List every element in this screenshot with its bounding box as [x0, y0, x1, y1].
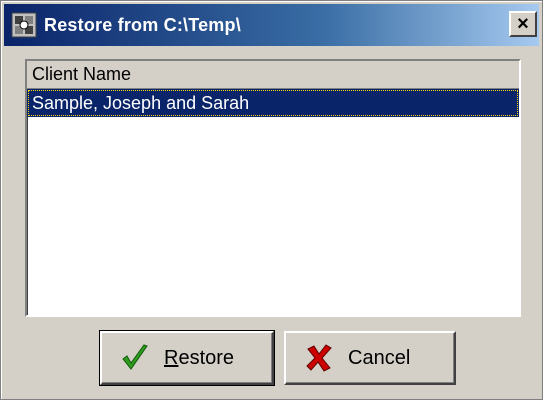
column-header-label: Client Name [32, 64, 132, 84]
restore-label: Restore [164, 347, 234, 370]
restore-label-rest: estore [178, 346, 235, 369]
close-icon: × [517, 13, 529, 35]
client-list[interactable]: Client Name Sample, Joseph and Sarah [25, 59, 521, 317]
x-icon [304, 343, 334, 373]
restore-dialog: Restore from C:\Temp\ × Client Name Samp… [0, 0, 543, 400]
restore-button[interactable]: Restore [99, 330, 275, 386]
checkmark-icon [120, 343, 150, 373]
list-item[interactable]: Sample, Joseph and Sarah [27, 89, 519, 117]
title-bar[interactable]: Restore from C:\Temp\ × [4, 4, 539, 46]
window-title: Restore from C:\Temp\ [44, 14, 241, 35]
client-name: Sample, Joseph and Sarah [32, 92, 250, 113]
cancel-button[interactable]: Cancel [284, 331, 456, 385]
close-button[interactable]: × [509, 11, 537, 37]
column-header-client-name[interactable]: Client Name [27, 61, 519, 89]
restore-mnemonic: R [164, 346, 179, 369]
app-icon [10, 11, 38, 39]
cancel-label: Cancel [348, 346, 411, 369]
